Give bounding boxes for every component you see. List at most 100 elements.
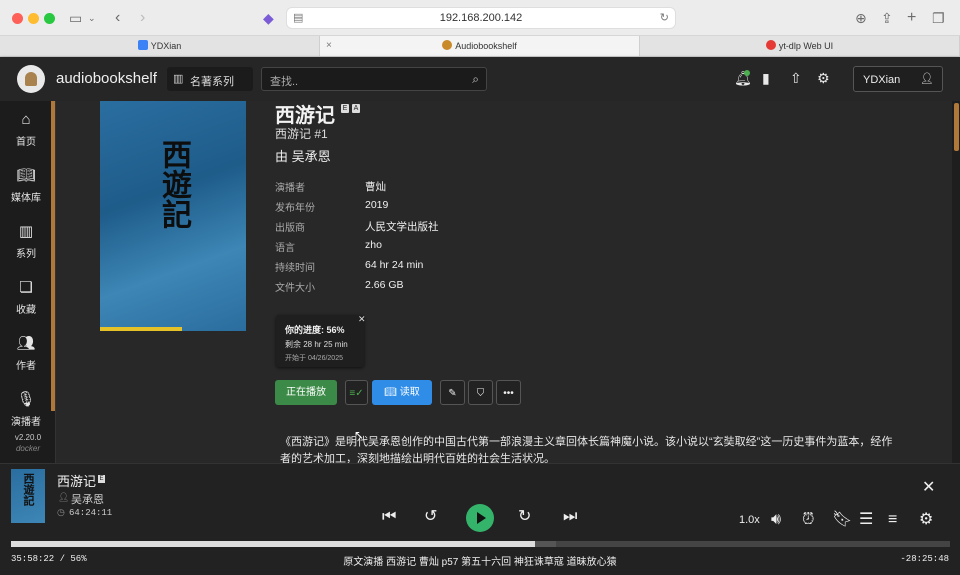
meta-key: 持续时间: [275, 263, 315, 274]
share-icon[interactable]: ⇪: [881, 9, 893, 27]
close-player-icon[interactable]: ✕: [922, 477, 935, 497]
player-settings-icon[interactable]: ⚙: [919, 511, 933, 529]
sidebar-item-narrators[interactable]: 🎙︎ 演播者: [0, 381, 52, 437]
meta-value[interactable]: 曹灿: [365, 179, 386, 194]
buffered-bar: [534, 541, 556, 547]
player-title[interactable]: 西游记: [57, 471, 96, 490]
forward-button[interactable]: ›: [140, 9, 145, 27]
close-icon[interactable]: ✕: [358, 314, 366, 325]
tab-bar: YDXian × Audiobookshelf yt-dlp Web UI: [0, 36, 960, 57]
sidebar-item-series[interactable]: ▥ 系列: [0, 213, 52, 269]
book-cover[interactable]: 西遊記: [100, 101, 246, 331]
download-icon[interactable]: ⊕: [855, 9, 867, 27]
tab-overview-icon[interactable]: ❐: [932, 9, 945, 27]
mark-finished-icon[interactable]: ⛉: [468, 380, 493, 405]
player-cover[interactable]: 西遊記: [11, 469, 45, 523]
search-icon[interactable]: ⌕: [472, 72, 479, 87]
app-header: audiobookshelf ▥ 名著系列 查找.. ⌕ 🔔︎ ▮ ⇧ ⚙ YD…: [0, 57, 960, 101]
user-menu-button[interactable]: YDXian 👤︎: [853, 66, 943, 92]
rewind-icon[interactable]: ↺: [424, 508, 437, 526]
fast-forward-icon[interactable]: ↻: [518, 508, 531, 526]
zoom-window-button[interactable]: [44, 13, 55, 24]
next-chapter-icon[interactable]: ⏭: [563, 508, 577, 526]
minimize-window-button[interactable]: [28, 13, 39, 24]
tab-yt-dlp[interactable]: yt-dlp Web UI: [640, 36, 960, 56]
play-button[interactable]: [466, 504, 494, 532]
now-playing-button[interactable]: 正在播放: [275, 380, 337, 405]
read-button[interactable]: 📖︎ 读取: [372, 380, 432, 405]
browser-toolbar: ▭ ⌄ ‹ › ◆ ▤ 192.168.200.142 ↻ ⊕ ⇪ + ❐: [0, 0, 960, 36]
abridged-badge: A: [352, 104, 360, 113]
chevron-down-icon[interactable]: ⌄: [88, 9, 96, 27]
app-version: v2.20.0 docker: [0, 433, 56, 453]
tab-audiobookshelf[interactable]: × Audiobookshelf: [320, 36, 640, 56]
close-window-button[interactable]: [12, 13, 23, 24]
sidebar-item-label: 首页: [16, 137, 36, 148]
sidebar-item-label: 收藏: [16, 305, 36, 316]
library-label: 名著系列: [190, 76, 234, 88]
current-chapter: 原文演播 西游记 曹灿 p57 第五十六回 神狂诛草寇 道昧放心猿: [343, 557, 617, 568]
notification-dot: [744, 70, 750, 76]
sidebar-item-label: 作者: [16, 361, 36, 372]
search-input[interactable]: 查找.. ⌕: [261, 67, 487, 91]
sidebar-item-home[interactable]: ⌂ 首页: [0, 101, 52, 157]
upload-icon[interactable]: ⇧: [790, 70, 802, 86]
sidebar-item-authors[interactable]: 👥︎ 作者: [0, 325, 52, 381]
remaining-time: -28:25:48: [900, 554, 949, 564]
progress-title: 你的进度: 56%: [285, 325, 345, 335]
playback-track[interactable]: [11, 541, 950, 547]
book-author[interactable]: 由 吴承恩: [275, 146, 331, 165]
collection-icon: ❏: [19, 279, 33, 296]
player-cover-text: 西遊記: [22, 473, 35, 506]
book-series[interactable]: 西游记 #1: [275, 125, 328, 142]
edit-icon[interactable]: ✎: [440, 380, 465, 405]
volume-icon[interactable]: 🔊︎: [771, 511, 781, 529]
columns-icon: ▥: [18, 223, 34, 240]
meta-value: 2019: [365, 199, 389, 211]
meta-value[interactable]: 人民文学出版社: [365, 219, 439, 234]
cover-title: 西遊記: [156, 139, 191, 229]
sidebar-toggle-icon[interactable]: ▭: [69, 9, 82, 27]
new-tab-icon[interactable]: +: [907, 9, 916, 27]
close-tab-icon[interactable]: ×: [326, 36, 332, 56]
queue-icon[interactable]: ≡✓: [345, 380, 368, 405]
meta-value[interactable]: zho: [365, 239, 382, 251]
settings-gear-icon[interactable]: ⚙: [817, 70, 830, 86]
back-button[interactable]: ‹: [115, 9, 120, 27]
stats-icon[interactable]: ▮: [762, 70, 770, 86]
reload-icon[interactable]: ↻: [660, 11, 669, 24]
sidebar-item-label: 演播者: [11, 417, 41, 428]
app-name[interactable]: audiobookshelf: [56, 70, 157, 87]
scrollbar[interactable]: [952, 101, 960, 463]
sleep-timer-icon[interactable]: ⏰︎: [802, 511, 814, 529]
tab-ydxian[interactable]: YDXian: [0, 36, 320, 56]
sidebar-item-library[interactable]: 📖︎ 媒体库: [0, 157, 52, 213]
library-select[interactable]: ▥ 名著系列: [167, 67, 253, 91]
address-bar[interactable]: ▤ 192.168.200.142 ↻: [286, 7, 676, 29]
more-options-icon[interactable]: •••: [496, 380, 521, 405]
bookmark-icon[interactable]: 🔖︎: [832, 511, 852, 529]
player-duration: 64:24:11: [69, 508, 113, 518]
meta-key: 文件大小: [275, 283, 315, 294]
book-open-icon: 📖︎: [384, 387, 400, 398]
read-button-label: 读取: [399, 387, 420, 398]
sidebar-item-label: 媒体库: [11, 193, 41, 204]
previous-chapter-icon[interactable]: ⏮: [382, 508, 396, 526]
player-author[interactable]: 吴承恩: [71, 491, 104, 507]
tab-label: YDXian: [150, 41, 182, 51]
tab-label: yt-dlp Web UI: [778, 41, 834, 51]
app-logo[interactable]: [17, 65, 45, 93]
playback-speed[interactable]: 1.0x: [739, 514, 760, 526]
tab-favicon-icon: [442, 40, 453, 50]
queue-list-icon[interactable]: ≡: [888, 511, 897, 529]
progress-card: 你的进度: 56% 剩余 28 hr 25 min 开始于 04/26/2025…: [276, 314, 366, 367]
tab-favicon-icon: [765, 40, 776, 50]
sidebar-item-collections[interactable]: ❏ 收藏: [0, 269, 52, 325]
extension-icon[interactable]: ◆: [263, 9, 274, 27]
build-type: docker: [15, 444, 40, 453]
chapters-list-icon[interactable]: ☰: [859, 511, 873, 529]
scrollbar-thumb[interactable]: [954, 103, 959, 151]
progress-remaining: 剩余 28 hr 25 min: [285, 340, 348, 349]
address-text: 192.168.200.142: [439, 12, 523, 24]
meta-value: 64 hr 24 min: [365, 259, 424, 271]
